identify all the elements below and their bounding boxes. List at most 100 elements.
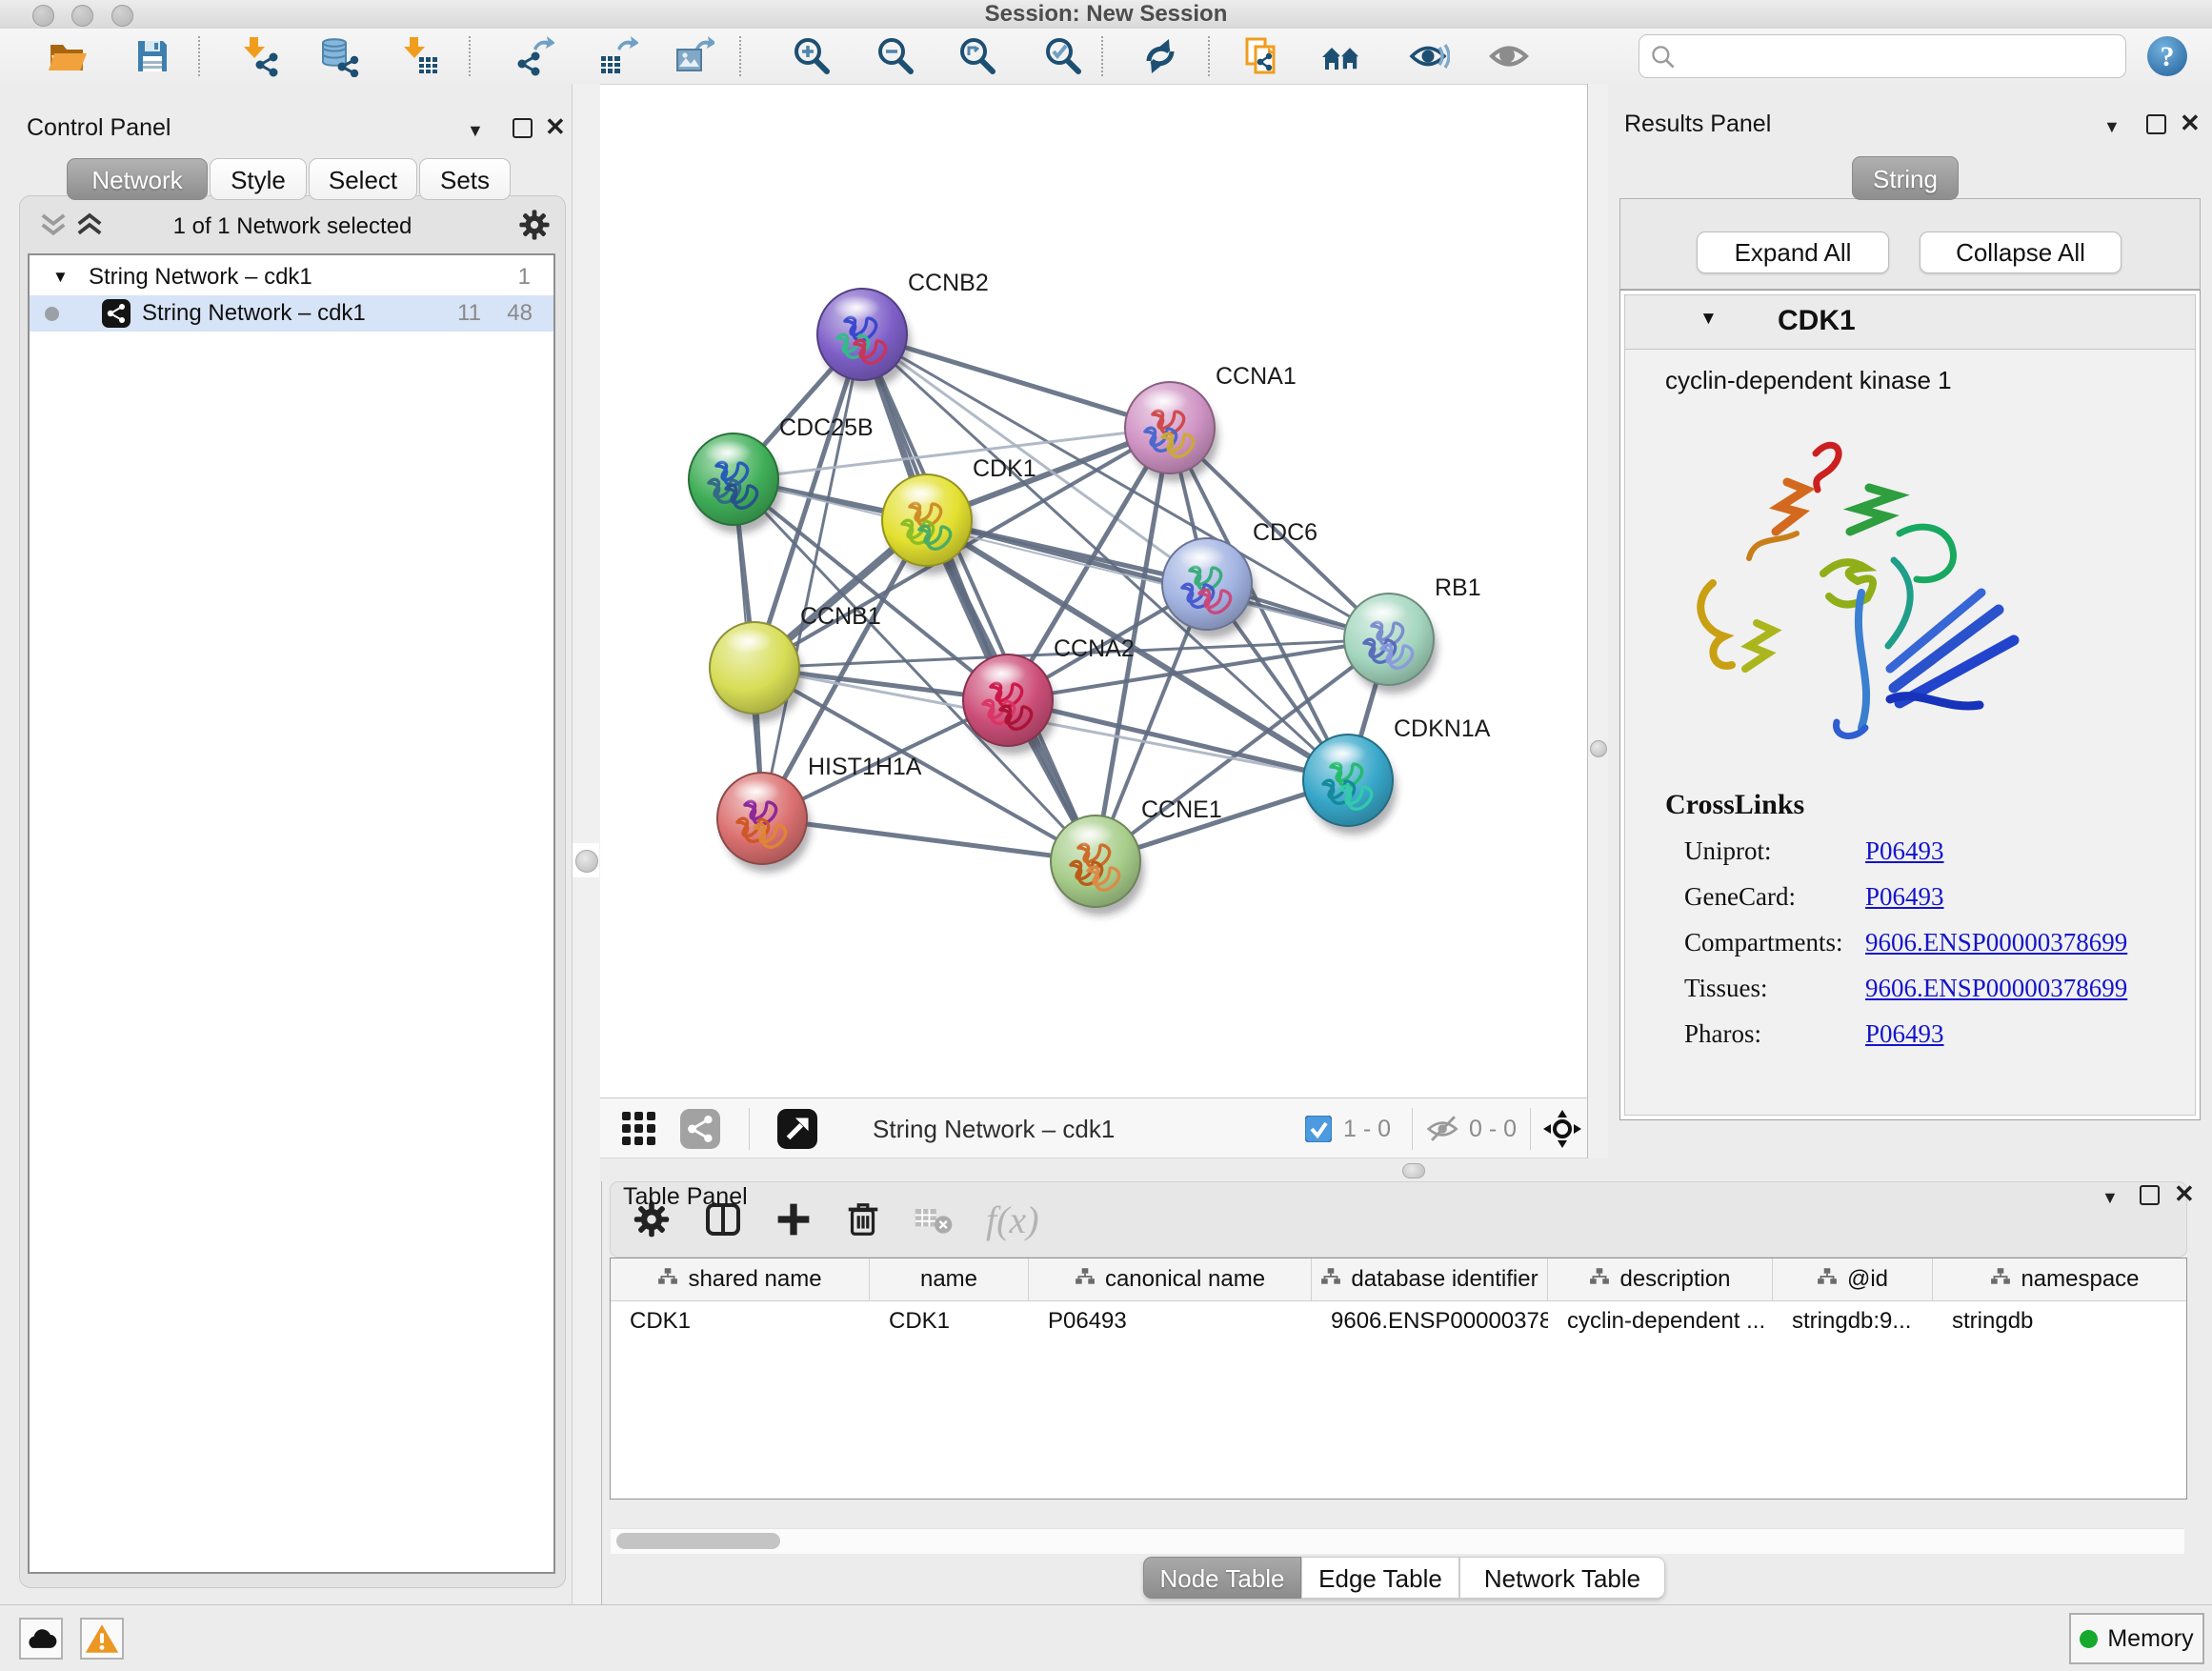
panel-close-icon[interactable]: ✕ xyxy=(2174,1183,2195,1204)
crosslink-label: GeneCard: xyxy=(1684,882,1865,912)
panel-menu-icon[interactable]: ▼ xyxy=(467,120,484,141)
zoom-out-button[interactable] xyxy=(875,35,916,77)
pan-crosshair-icon[interactable] xyxy=(1543,1110,1581,1148)
toolbar-separator xyxy=(469,36,471,76)
selected-checkbox-icon[interactable] xyxy=(1305,1116,1332,1142)
collapse-all-button[interactable]: Collapse All xyxy=(1920,232,2122,273)
import-network-from-file-button[interactable] xyxy=(238,35,280,77)
column-label: database identifier xyxy=(1351,1266,1538,1293)
tab-select[interactable]: Select xyxy=(309,158,417,200)
export-table-button[interactable] xyxy=(596,35,638,77)
node-label-CCNA2: CCNA2 xyxy=(1054,635,1135,662)
panel-float-icon[interactable] xyxy=(2140,1185,2160,1205)
network-node-CCNA2[interactable] xyxy=(963,654,1056,755)
help-button[interactable]: ? xyxy=(2145,34,2189,78)
panel-menu-icon[interactable]: ▼ xyxy=(2103,116,2121,137)
network-edge-ccnb2-ccne1[interactable] xyxy=(862,334,1096,861)
window-title: Session: New Session xyxy=(0,0,2212,29)
memory-button[interactable]: Memory xyxy=(2069,1613,2204,1664)
tree-expand-icon[interactable]: ▼ xyxy=(52,259,69,295)
column-type-icon xyxy=(1990,1266,2011,1293)
save-session-button[interactable] xyxy=(131,35,173,77)
first-neighbors-button[interactable] xyxy=(1320,35,1362,77)
panel-float-icon[interactable] xyxy=(513,118,533,138)
network-node-CCNB2[interactable] xyxy=(817,289,911,389)
network-node-CDKN1A[interactable] xyxy=(1303,735,1397,835)
export-image-button[interactable] xyxy=(673,35,714,77)
zoom-fit-button[interactable] xyxy=(956,35,998,77)
column-header--id[interactable]: @id xyxy=(1773,1258,1933,1300)
column-header-namespace[interactable]: namespace xyxy=(1933,1258,2187,1300)
add-column-icon[interactable] xyxy=(774,1200,813,1238)
network-node-CDK1[interactable] xyxy=(882,474,975,574)
network-canvas[interactable]: CCNB2CCNA1CDC25BCDK1CDC6RB1CCNB1CCNA2CDK… xyxy=(600,84,1587,1097)
tab-style[interactable]: Style xyxy=(210,158,307,200)
cloud-button[interactable] xyxy=(19,1618,63,1660)
birdseye-view-icon[interactable] xyxy=(777,1109,817,1149)
delete-column-icon[interactable] xyxy=(843,1199,883,1239)
tab-edge-table[interactable]: Edge Table xyxy=(1301,1557,1459,1599)
clone-network-button[interactable] xyxy=(1240,35,1282,77)
panel-float-icon[interactable] xyxy=(2146,114,2166,134)
network-node-CDC25B[interactable] xyxy=(689,433,782,534)
table-cell[interactable]: 9606.ENSP00000378699 xyxy=(1312,1301,1548,1341)
apply-layout-button[interactable] xyxy=(1139,35,1181,77)
tab-sets[interactable]: Sets xyxy=(419,158,511,200)
hide-selected-button[interactable] xyxy=(1408,35,1450,77)
horizontal-splitter[interactable] xyxy=(600,1158,2212,1181)
zoom-selected-button[interactable] xyxy=(1042,35,1084,77)
network-node-RB1[interactable] xyxy=(1344,594,1438,694)
tab-network-table[interactable]: Network Table xyxy=(1459,1557,1665,1599)
column-header-shared-name[interactable]: shared name xyxy=(611,1258,870,1300)
column-header-canonical-name[interactable]: canonical name xyxy=(1029,1258,1312,1300)
crosslink-link[interactable]: 9606.ENSP00000378699 xyxy=(1865,974,2127,1002)
table-cell[interactable]: CDK1 xyxy=(611,1301,870,1341)
export-network-button[interactable] xyxy=(513,35,554,77)
table-row[interactable]: CDK1CDK1P064939606.ENSP00000378699cyclin… xyxy=(611,1301,2186,1341)
tab-network[interactable]: Network xyxy=(67,158,208,200)
gear-icon[interactable] xyxy=(517,208,552,242)
panel-menu-icon[interactable]: ▼ xyxy=(2101,1187,2119,1208)
expand-all-button[interactable]: Expand All xyxy=(1697,232,1889,273)
right-splitter[interactable] xyxy=(1587,84,1610,1158)
show-all-button[interactable] xyxy=(1488,35,1530,77)
grid-view-icon[interactable] xyxy=(621,1111,657,1147)
network-node-CCNA1[interactable] xyxy=(1125,382,1218,482)
table-cell[interactable]: stringdb:9... xyxy=(1773,1301,1933,1341)
import-table-from-file-button[interactable] xyxy=(398,35,440,77)
entry-collapse-icon[interactable]: ▼ xyxy=(1699,309,1718,330)
column-header-name[interactable]: name xyxy=(870,1258,1029,1300)
node-label-CDKN1A: CDKN1A xyxy=(1394,715,1491,742)
table-cell[interactable]: cyclin-dependent ... xyxy=(1548,1301,1773,1341)
import-network-from-database-button[interactable] xyxy=(318,35,360,77)
entry-header[interactable]: ▼ CDK1 xyxy=(1625,295,2195,350)
network-node-CCNE1[interactable] xyxy=(1051,815,1144,916)
table-cell[interactable]: P06493 xyxy=(1029,1301,1312,1341)
warning-button[interactable] xyxy=(80,1618,124,1660)
network-edge-hist1h1a-ccne1[interactable] xyxy=(762,818,1096,861)
open-session-button[interactable] xyxy=(46,35,88,77)
tab-string[interactable]: String xyxy=(1852,156,1959,200)
zoom-in-button[interactable] xyxy=(791,35,833,77)
network-node-HIST1H1A[interactable] xyxy=(717,773,811,873)
network-row-selected[interactable]: String Network – cdk1 11 48 xyxy=(30,295,553,332)
splitter-grip[interactable] xyxy=(575,850,598,873)
network-edge-ccnb2-hist1h1a[interactable] xyxy=(762,334,862,818)
crosslink-link[interactable]: P06493 xyxy=(1865,1019,1944,1048)
column-header-database-identifier[interactable]: database identifier xyxy=(1312,1258,1548,1300)
crosslink-link[interactable]: P06493 xyxy=(1865,836,1944,865)
splitter-grip[interactable] xyxy=(1590,740,1607,757)
splitter-grip[interactable] xyxy=(1402,1163,1425,1178)
network-collection-row[interactable]: ▼ String Network – cdk1 1 xyxy=(30,259,553,295)
left-splitter[interactable] xyxy=(572,84,602,1604)
tab-node-table[interactable]: Node Table xyxy=(1143,1557,1301,1599)
table-cell[interactable]: CDK1 xyxy=(870,1301,1029,1341)
table-cell[interactable]: stringdb xyxy=(1933,1301,2187,1341)
column-header-description[interactable]: description xyxy=(1548,1258,1773,1300)
crosslink-link[interactable]: 9606.ENSP00000378699 xyxy=(1865,928,2127,956)
panel-close-icon[interactable]: ✕ xyxy=(545,116,566,137)
crosslink-link[interactable]: P06493 xyxy=(1865,882,1944,911)
panel-close-icon[interactable]: ✕ xyxy=(2180,112,2201,133)
search-input[interactable] xyxy=(1681,37,2119,75)
network-view-icon[interactable] xyxy=(680,1109,720,1149)
